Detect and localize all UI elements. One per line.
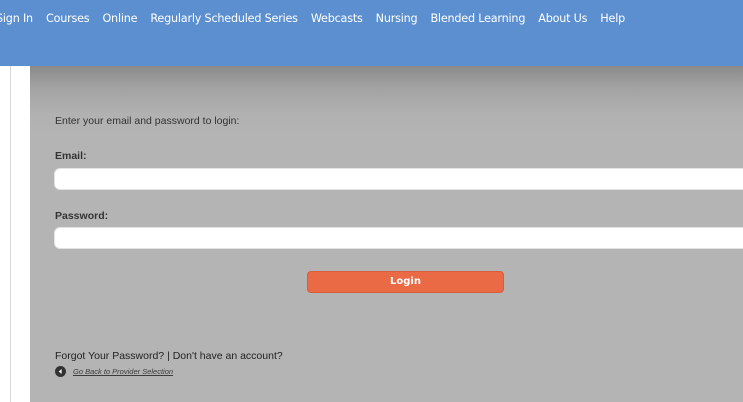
nav-blended-learning[interactable]: Blended Learning: [430, 12, 525, 25]
left-margin: [0, 66, 10, 402]
password-field[interactable]: [54, 227, 743, 249]
nav-about-us[interactable]: About Us: [538, 12, 587, 25]
nav-online[interactable]: Online: [102, 12, 137, 25]
email-label: Email:: [55, 150, 87, 162]
left-divider: [10, 66, 11, 402]
arrow-left-circle-icon[interactable]: [55, 366, 66, 377]
nav-sign-in[interactable]: Sign In: [0, 12, 33, 25]
nav-regularly-scheduled-series[interactable]: Regularly Scheduled Series: [150, 12, 298, 25]
main-nav: Sign In Courses Online Regularly Schedul…: [0, 10, 625, 26]
nav-help[interactable]: Help: [600, 12, 625, 25]
login-instructions: Enter your email and password to login:: [55, 115, 240, 127]
login-button[interactable]: Login: [307, 271, 504, 293]
top-navigation-bar: Sign In Courses Online Regularly Schedul…: [0, 0, 743, 66]
account-help-text: Forgot Your Password? | Don't have an ac…: [55, 350, 283, 362]
nav-courses[interactable]: Courses: [46, 12, 90, 25]
back-to-provider-link[interactable]: Go Back to Provider Selection: [73, 367, 173, 376]
email-field[interactable]: [54, 168, 743, 190]
nav-webcasts[interactable]: Webcasts: [311, 12, 363, 25]
nav-nursing[interactable]: Nursing: [376, 12, 418, 25]
password-label: Password:: [55, 210, 109, 222]
back-to-provider-row: Go Back to Provider Selection: [55, 366, 173, 377]
